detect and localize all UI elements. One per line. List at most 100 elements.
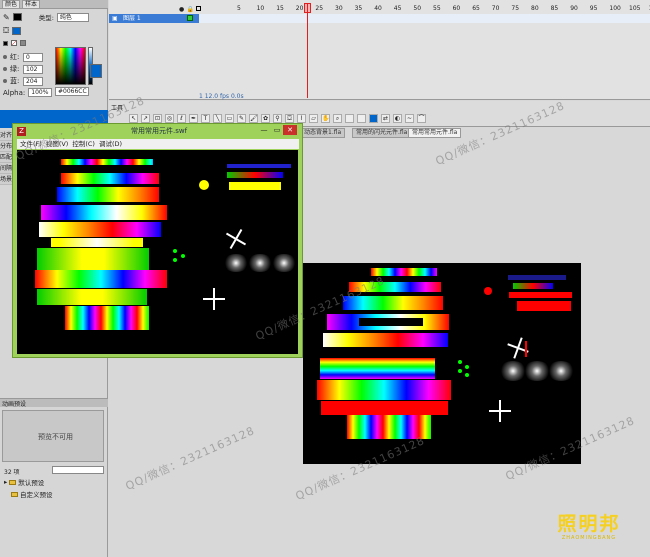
tab-swatches[interactable]: 样本 — [22, 0, 41, 8]
stage-mini-bar-3[interactable] — [509, 292, 572, 298]
pencil-tool-icon[interactable]: ✎ — [237, 114, 246, 123]
brand-subtitle: ZHAOMINGBANG — [561, 535, 617, 541]
preset-folder-custom[interactable]: 自定义预设 — [4, 489, 53, 499]
expand-icon[interactable]: ▸ — [4, 478, 7, 486]
smooth-icon[interactable]: ~ — [405, 114, 414, 123]
swap-colors-icon[interactable] — [20, 40, 26, 46]
hex-input[interactable]: #0066CC — [55, 87, 89, 96]
zoom-tool-icon[interactable]: ⌕ — [333, 114, 342, 123]
blue-input[interactable]: 204 — [23, 76, 43, 86]
stage-mini-bar-2[interactable] — [513, 283, 553, 289]
frame-number: 100 — [609, 5, 621, 12]
frame-number: 70 — [491, 5, 500, 12]
swf-mini-bar-3 — [229, 182, 281, 190]
eyedropper-tool-icon[interactable]: ⌇ — [297, 114, 306, 123]
stage-bar-6[interactable] — [320, 358, 435, 379]
bucket-tool-icon[interactable]: ⛋ — [285, 114, 294, 123]
maximize-button[interactable]: ▭ — [270, 125, 284, 135]
presets-header: 动画预设 — [0, 398, 108, 408]
green-dot[interactable] — [458, 369, 462, 373]
bone-tool-icon[interactable]: ⚲ — [273, 114, 282, 123]
frame-number: 45 — [393, 5, 402, 12]
menu-debug[interactable]: 调试(D) — [99, 139, 122, 149]
light-glow — [223, 254, 249, 272]
playhead[interactable] — [307, 3, 308, 98]
menu-control[interactable]: 控制(C) — [72, 139, 95, 149]
fill-color-chip[interactable] — [369, 114, 378, 123]
alpha-input[interactable]: 100% — [28, 88, 53, 97]
green-dot[interactable] — [458, 360, 462, 364]
swf-bar-5 — [39, 222, 161, 237]
swf-mini-bar-2 — [227, 172, 283, 178]
stage-bar-8[interactable] — [321, 401, 448, 415]
stage-mini-bar-4[interactable] — [517, 301, 571, 311]
eye-icon[interactable]: ● — [179, 6, 184, 13]
color-spectrum[interactable] — [55, 47, 86, 85]
transform-tool-icon[interactable]: ⊡ — [153, 114, 162, 123]
black-white-icon[interactable] — [3, 40, 8, 46]
no-color-icon[interactable] — [11, 40, 17, 46]
swf-canvas[interactable] — [17, 150, 298, 354]
red-sparkle[interactable] — [525, 341, 527, 357]
pen-tool-icon[interactable]: ✒ — [189, 114, 198, 123]
doc-tab-3[interactable]: 常用常用元件.fla — [408, 128, 462, 138]
snap-icon[interactable]: ◐ — [393, 114, 402, 123]
preset-folder-default[interactable]: ▸ 默认预设 — [4, 477, 53, 487]
tab-color[interactable]: 颜色 — [2, 0, 21, 8]
light-glow — [271, 254, 297, 272]
green-dot — [173, 258, 177, 262]
type-select[interactable]: 纯色 — [56, 12, 89, 22]
straighten-icon[interactable]: ⌒ — [417, 114, 426, 123]
frame-number: 80 — [531, 5, 539, 12]
swap-icon[interactable]: ⇄ — [381, 114, 390, 123]
fill-swatch[interactable] — [12, 27, 22, 35]
frame-number: 20 — [295, 5, 304, 12]
stage-bar-5[interactable] — [323, 333, 448, 347]
subselect-tool-icon[interactable]: ↗ — [141, 114, 150, 123]
lock-icon[interactable]: 🔒 — [186, 6, 193, 13]
stage-red-dot[interactable] — [484, 287, 492, 295]
stage-bar-4-cutout — [359, 318, 423, 326]
layer-item[interactable]: 图层 1 — [109, 14, 199, 23]
stroke-color-icon[interactable] — [345, 114, 354, 123]
sparkle-star[interactable] — [489, 400, 511, 422]
swf-bar-2 — [61, 173, 159, 184]
line-tool-icon[interactable]: ╲ — [213, 114, 222, 123]
green-dot[interactable] — [465, 365, 469, 369]
doc-tab-2[interactable]: 常用的闪光元件.fla — [352, 128, 412, 138]
type-label: 类型: — [38, 14, 54, 22]
red-label: 红: — [10, 53, 20, 61]
deco-tool-icon[interactable]: ✿ — [261, 114, 270, 123]
folder-icon — [9, 479, 17, 485]
green-input[interactable]: 102 — [23, 64, 43, 74]
swf-mini-bar-1 — [227, 164, 291, 168]
hand-tool-icon[interactable]: ✋ — [321, 114, 330, 123]
frame-ruler[interactable]: 5 10 15 20 25 30 35 40 45 50 55 60 65 70 75 80 85 90 95 100… — [199, 5, 650, 14]
select-tool-icon[interactable]: ↖ — [129, 114, 138, 123]
doc-tab-1[interactable]: 动态背景1.fla — [300, 128, 346, 138]
close-button[interactable]: ✕ — [283, 125, 297, 135]
minimize-button[interactable]: — — [257, 125, 271, 135]
folder-icon — [11, 491, 18, 497]
sparkle-star[interactable] — [504, 334, 532, 362]
eraser-tool-icon[interactable]: ▱ — [309, 114, 318, 123]
green-dot[interactable] — [465, 373, 469, 377]
swf-bar-10 — [65, 306, 149, 330]
preset-folder-label: 自定义预设 — [20, 491, 53, 499]
stroke-swatch[interactable] — [12, 13, 22, 21]
stage-mini-bar-1[interactable] — [508, 275, 566, 280]
text-tool-icon[interactable]: T — [201, 114, 210, 123]
red-input[interactable]: 0 — [23, 52, 43, 62]
preset-search-input[interactable] — [52, 466, 104, 474]
fill-color-icon[interactable] — [357, 114, 366, 123]
bucket-icon[interactable]: ⛋ — [3, 26, 9, 36]
lasso-tool-icon[interactable]: ℓ — [177, 114, 186, 123]
brush-tool-icon[interactable]: 🖌 — [249, 114, 258, 123]
alpha-label: Alpha: — [3, 88, 26, 97]
3d-rotate-tool-icon[interactable]: ◎ — [165, 114, 174, 123]
rectangle-tool-icon[interactable]: ▭ — [225, 114, 234, 123]
pencil-icon[interactable]: ✎ — [3, 13, 10, 22]
stage-bar-7[interactable] — [317, 380, 451, 400]
layer-color-icon[interactable] — [187, 15, 193, 21]
swf-player-window[interactable]: Z 常用常用元件.swf — ▭ ✕ 文件(F) 视图(V) 控制(C) 调试(… — [12, 123, 303, 358]
